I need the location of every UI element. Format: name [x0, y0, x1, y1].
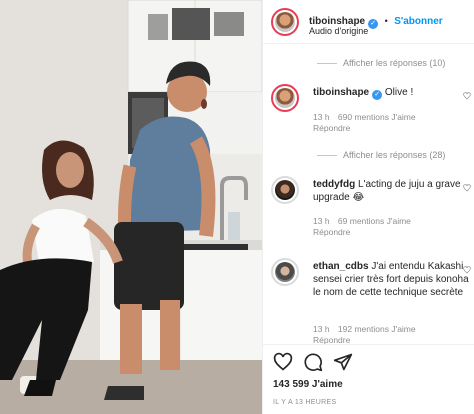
commenter-avatar[interactable] — [271, 258, 299, 286]
view-replies-label: Afficher les réponses (10) — [343, 58, 446, 68]
commenter-avatar[interactable] — [271, 176, 299, 204]
commenter-username[interactable]: ethan_cdbs — [313, 261, 369, 272]
view-replies-label: Afficher les réponses (28) — [343, 150, 446, 160]
heart-icon[interactable] — [273, 352, 293, 372]
comment-likes[interactable]: 69 mentions J'aime — [338, 216, 411, 226]
share-icon[interactable] — [333, 352, 353, 372]
comment-body: teddyfdg L'acting de juju a grave upgrad… — [313, 178, 471, 204]
like-count[interactable]: 143 599 J'aime — [273, 379, 343, 390]
comment-list[interactable]: Afficher les réponses (10) tiboinshape ✓ … — [263, 44, 474, 344]
commenter-username[interactable]: teddyfdg — [313, 179, 355, 190]
comment-age: 13 h — [313, 324, 330, 334]
reply-button[interactable]: Répondre — [313, 123, 467, 134]
like-comment-icon[interactable] — [463, 184, 471, 192]
post-panel: tiboinshape ✓ • S'abonner Audio d'origine… — [262, 0, 474, 414]
like-comment-icon[interactable] — [463, 92, 471, 100]
verified-icon: ✓ — [372, 90, 383, 100]
commenter-avatar[interactable] — [271, 84, 299, 112]
author-avatar[interactable] — [271, 8, 299, 36]
comment-meta: 13 h 690 mentions J'aime Répondre — [313, 112, 473, 134]
reply-dash — [317, 63, 337, 65]
reply-button[interactable]: Répondre — [313, 335, 467, 344]
comment-body: ethan_cdbs J'ai entendu Kakashi sensei c… — [313, 260, 471, 299]
comment-body: tiboinshape ✓ Olive ! — [313, 86, 471, 100]
view-replies-button[interactable]: Afficher les réponses (28) — [317, 150, 445, 160]
comment-age: 13 h — [313, 216, 330, 226]
comment-likes[interactable]: 690 mentions J'aime — [338, 112, 416, 122]
comment-meta: 13 h 69 mentions J'aime Répondre — [313, 216, 473, 238]
comment-age: 13 h — [313, 112, 330, 122]
view-replies-button[interactable]: Afficher les réponses (10) — [317, 58, 445, 68]
comment-text: Olive ! — [384, 87, 414, 98]
action-bar: 143 599 J'aime IL Y A 13 HEURES — [263, 344, 474, 414]
verified-icon: ✓ — [368, 19, 379, 29]
like-comment-icon[interactable] — [463, 266, 471, 274]
post-timestamp: IL Y A 13 HEURES — [273, 399, 337, 406]
video-frame — [0, 0, 262, 414]
comment-meta: 13 h 192 mentions J'aime Répondre — [313, 324, 473, 344]
post-header: tiboinshape ✓ • S'abonner Audio d'origine — [263, 0, 474, 44]
reply-button[interactable]: Répondre — [313, 227, 467, 238]
follow-button[interactable]: S'abonner — [394, 16, 443, 27]
audio-label[interactable]: Audio d'origine — [309, 26, 368, 36]
reply-dash — [317, 155, 337, 157]
comment-likes[interactable]: 192 mentions J'aime — [338, 324, 416, 334]
commenter-username[interactable]: tiboinshape — [313, 87, 369, 98]
dot-separator: • — [384, 16, 388, 26]
post-video[interactable] — [0, 0, 262, 414]
comment-icon[interactable] — [303, 352, 323, 372]
